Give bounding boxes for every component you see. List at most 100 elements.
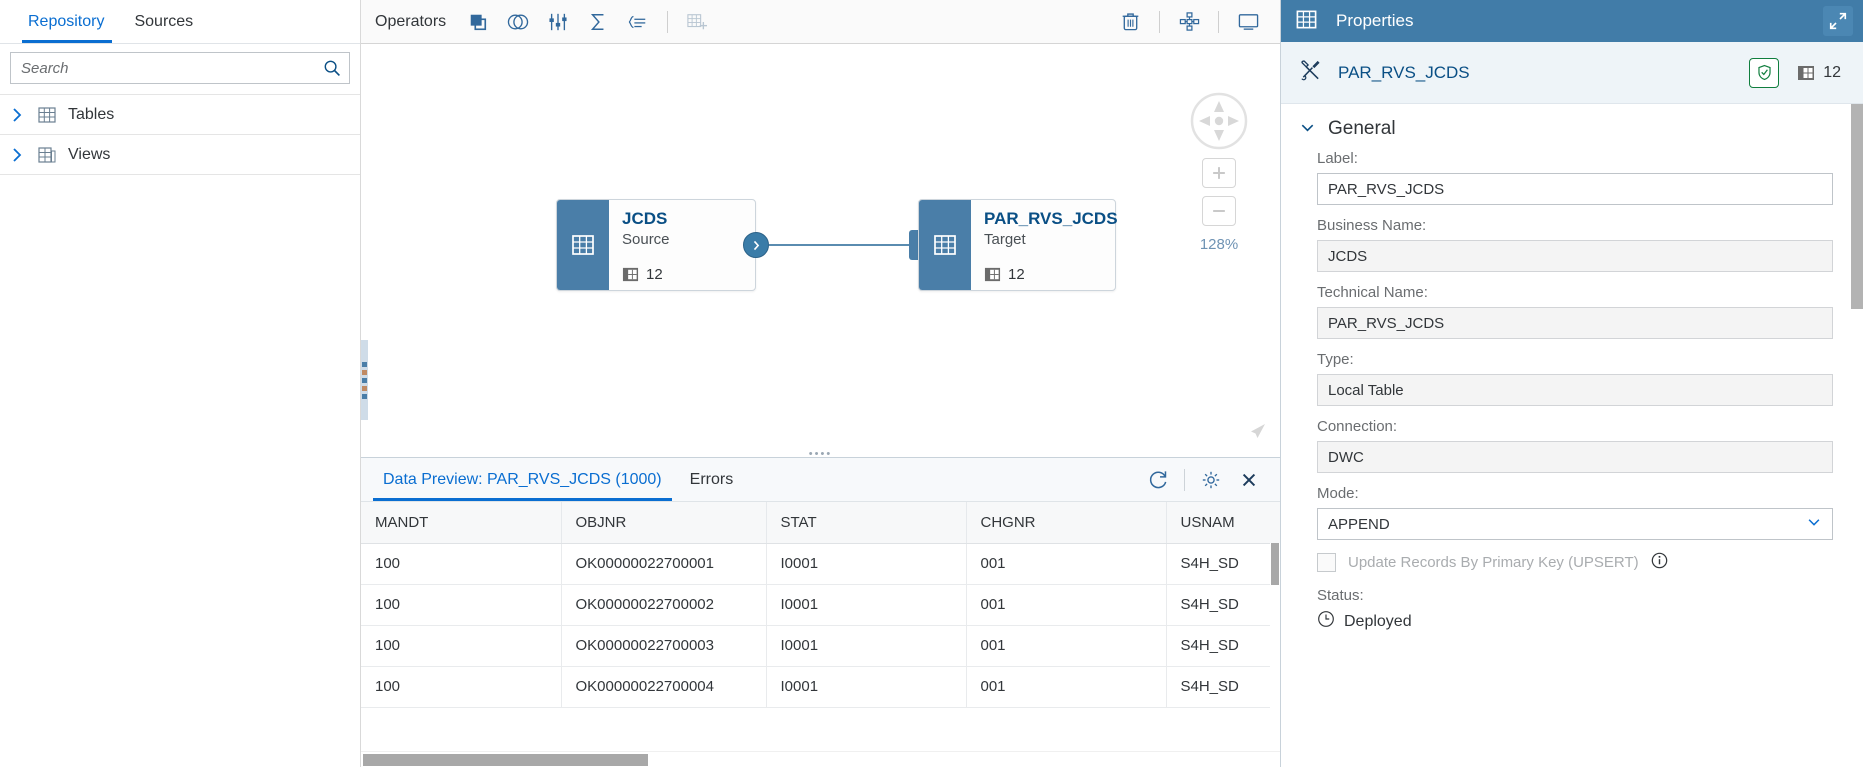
- search-box[interactable]: [10, 52, 350, 84]
- grid-horizontal-scrollbar-thumb[interactable]: [363, 754, 648, 766]
- view-table-icon: [37, 145, 57, 165]
- grid-vertical-scrollbar-thumb[interactable]: [1271, 543, 1279, 585]
- field-label: Label: PAR_RVS_JCDS: [1299, 150, 1833, 205]
- cell-mandt: 100: [361, 625, 561, 666]
- upsert-checkbox-label: Update Records By Primary Key (UPSERT): [1348, 554, 1639, 571]
- node-title: JCDS: [622, 209, 743, 229]
- zoom-in-button[interactable]: [1202, 158, 1236, 188]
- toolbar-divider: [667, 11, 668, 33]
- gear-icon[interactable]: [1192, 463, 1230, 497]
- graph-node-target[interactable]: PAR_RVS_JCDS Target 12: [918, 199, 1116, 291]
- cell-mandt: 100: [361, 584, 561, 625]
- close-icon[interactable]: [1230, 463, 1268, 497]
- column-header-mandt[interactable]: MANDT: [361, 502, 561, 543]
- union-operator-icon[interactable]: [498, 5, 538, 39]
- pan-pad-icon[interactable]: [1190, 92, 1248, 150]
- chevron-down-icon[interactable]: [1806, 514, 1822, 534]
- vertical-splitter-handle[interactable]: [361, 340, 368, 420]
- node-output-port[interactable]: [743, 232, 769, 258]
- graph-node-source[interactable]: JCDS Source 12: [556, 199, 756, 291]
- properties-scrollbar-thumb[interactable]: [1851, 104, 1863, 309]
- auto-layout-icon[interactable]: [1169, 5, 1209, 39]
- clock-icon: [1317, 610, 1335, 633]
- cell-stat: I0001: [766, 584, 966, 625]
- filter-operator-icon[interactable]: [538, 5, 578, 39]
- table-icon: [1295, 8, 1318, 35]
- upsert-checkbox-row[interactable]: Update Records By Primary Key (UPSERT): [1299, 552, 1833, 573]
- cell-usnam: S4H_SD: [1166, 543, 1280, 584]
- search-input[interactable]: [21, 60, 323, 77]
- connection-input[interactable]: DWC: [1317, 441, 1833, 473]
- delete-icon[interactable]: [1110, 5, 1150, 39]
- business-name-input[interactable]: JCDS: [1317, 240, 1833, 272]
- tab-data-preview[interactable]: Data Preview: PAR_RVS_JCDS (1000): [369, 458, 676, 501]
- node-column-count-label: 12: [646, 266, 663, 283]
- label-input[interactable]: PAR_RVS_JCDS: [1317, 173, 1833, 205]
- aggregation-operator-icon[interactable]: [578, 5, 618, 39]
- shield-check-icon[interactable]: [1749, 58, 1779, 88]
- properties-scrollbar[interactable]: [1851, 104, 1863, 767]
- repository-sidebar: Repository Sources: [0, 0, 361, 767]
- field-business-name-caption: Business Name:: [1317, 217, 1833, 234]
- table-row[interactable]: 100 OK00000022700004 I0001 001 S4H_SD: [361, 666, 1280, 707]
- table-row[interactable]: 100 OK00000022700002 I0001 001 S4H_SD: [361, 584, 1280, 625]
- tab-errors[interactable]: Errors: [676, 458, 748, 501]
- display-icon[interactable]: [1228, 5, 1268, 39]
- preview-actions: [1139, 458, 1280, 501]
- column-header-stat[interactable]: STAT: [766, 502, 966, 543]
- tab-repository[interactable]: Repository: [14, 0, 120, 43]
- type-input[interactable]: Local Table: [1317, 374, 1833, 406]
- field-label-caption: Label:: [1317, 150, 1833, 167]
- refresh-icon[interactable]: [1139, 463, 1177, 497]
- splitter-dot: [362, 394, 367, 399]
- field-connection-caption: Connection:: [1317, 418, 1833, 435]
- editor-toolbar: Operators: [361, 0, 1280, 44]
- graph-canvas[interactable]: JCDS Source 12: [361, 44, 1280, 457]
- node-column-count-label: 12: [1008, 266, 1025, 283]
- grid-horizontal-scrollbar[interactable]: [361, 751, 1280, 767]
- column-header-objnr[interactable]: OBJNR: [561, 502, 766, 543]
- properties-title: Properties: [1336, 11, 1413, 31]
- cell-usnam: S4H_SD: [1166, 625, 1280, 666]
- chevron-right-icon[interactable]: [8, 146, 26, 164]
- search-icon[interactable]: [323, 59, 341, 77]
- section-general-header[interactable]: General: [1299, 104, 1833, 150]
- chevron-right-icon[interactable]: [8, 106, 26, 124]
- node-title: PAR_RVS_JCDS: [984, 209, 1118, 229]
- join-operator-icon[interactable]: [458, 5, 498, 39]
- sidebar-item-tables[interactable]: Tables: [0, 95, 360, 135]
- status-badge-label: Deployed: [1344, 613, 1412, 631]
- script-operator-icon[interactable]: [618, 5, 658, 39]
- mode-select[interactable]: APPEND: [1317, 508, 1833, 540]
- info-icon[interactable]: [1651, 552, 1668, 573]
- tab-sources[interactable]: Sources: [120, 0, 209, 43]
- column-header-usnam[interactable]: USNAM: [1166, 502, 1280, 543]
- table-row[interactable]: 100 OK00000022700003 I0001 001 S4H_SD: [361, 625, 1280, 666]
- table-header-row: MANDT OBJNR STAT CHGNR USNAM: [361, 502, 1280, 543]
- expand-icon[interactable]: [1823, 6, 1853, 36]
- cell-stat: I0001: [766, 666, 966, 707]
- data-preview-table: MANDT OBJNR STAT CHGNR USNAM 100 OK00000…: [361, 502, 1280, 708]
- collapse-arrow-icon[interactable]: [1246, 421, 1268, 447]
- columns-icon: [984, 266, 1001, 283]
- table-row[interactable]: 100 OK00000022700001 I0001 001 S4H_SD: [361, 543, 1280, 584]
- sidebar-item-views[interactable]: Views: [0, 135, 360, 175]
- column-header-chgnr[interactable]: CHGNR: [966, 502, 1166, 543]
- tab-data-preview-label: Data Preview: PAR_RVS_JCDS (1000): [383, 471, 662, 489]
- field-status: Status:: [1299, 587, 1833, 604]
- technical-name-input[interactable]: PAR_RVS_JCDS: [1317, 307, 1833, 339]
- chevron-down-icon[interactable]: [1299, 119, 1316, 140]
- cell-mandt: 100: [361, 666, 561, 707]
- graph-edge[interactable]: [769, 244, 912, 246]
- grid-vertical-scrollbar[interactable]: [1270, 543, 1280, 733]
- zoom-out-button[interactable]: [1202, 196, 1236, 226]
- minus-icon: [1210, 202, 1228, 220]
- properties-object-name: PAR_RVS_JCDS: [1338, 63, 1470, 83]
- preview-tabbar: Data Preview: PAR_RVS_JCDS (1000) Errors: [361, 458, 1280, 502]
- cell-chgnr: 001: [966, 666, 1166, 707]
- search-area: [0, 44, 360, 94]
- cell-mandt: 100: [361, 543, 561, 584]
- data-preview-grid[interactable]: MANDT OBJNR STAT CHGNR USNAM 100 OK00000…: [361, 502, 1280, 751]
- upsert-checkbox[interactable]: [1317, 553, 1336, 572]
- add-table-icon[interactable]: [677, 5, 717, 39]
